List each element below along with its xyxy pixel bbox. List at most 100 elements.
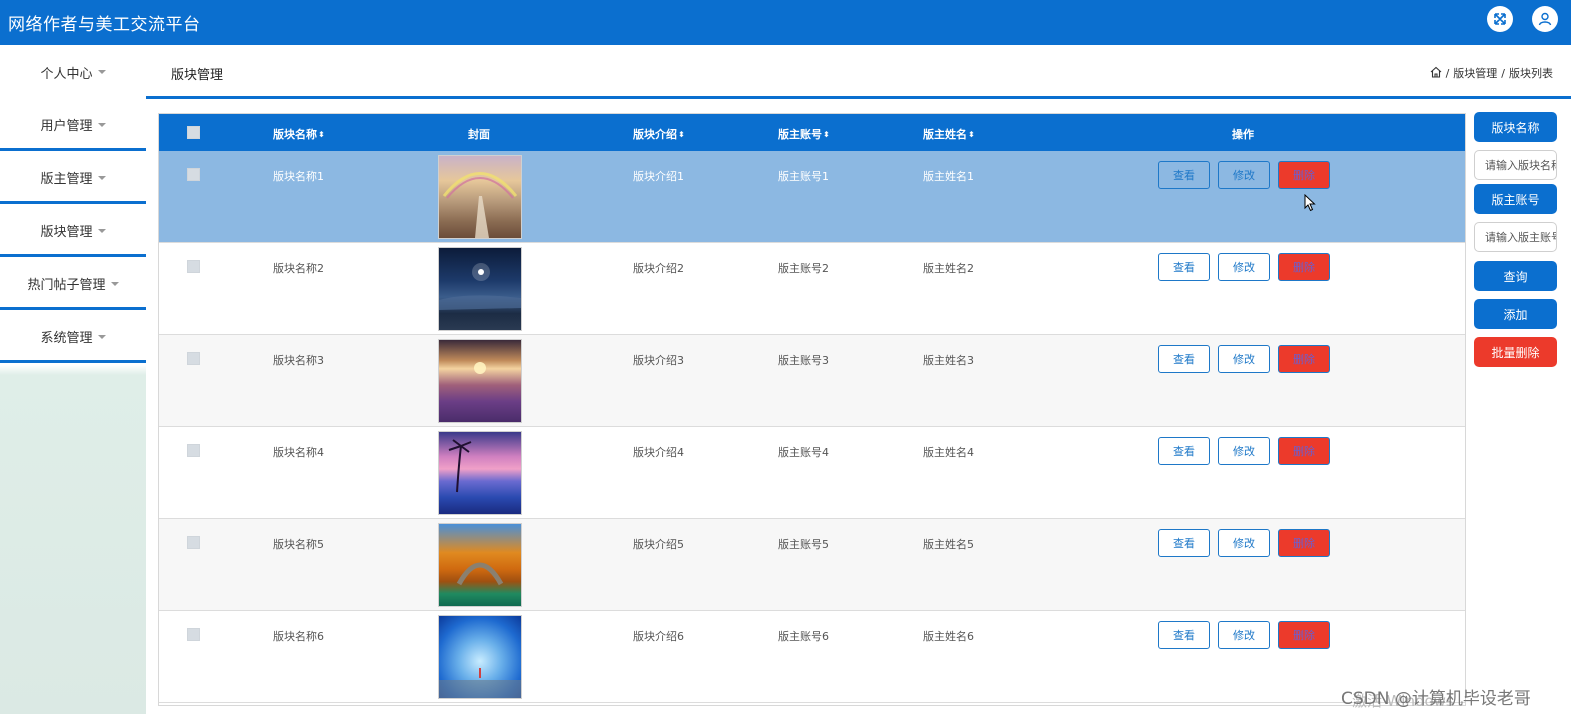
column-header-cover: 封面 (468, 128, 490, 141)
column-header-label: 版块名称 (273, 128, 317, 141)
column-header-owner[interactable]: 版主姓名⬍ (923, 126, 975, 142)
caret-down-icon (97, 175, 106, 180)
cell-name: 版块名称3 (273, 354, 324, 367)
sort-icon[interactable]: ⬍ (968, 130, 975, 139)
edit-button[interactable]: 修改 (1218, 161, 1270, 189)
row-checkbox[interactable] (187, 536, 200, 549)
home-icon[interactable] (1430, 66, 1442, 81)
row-checkbox[interactable] (187, 444, 200, 457)
delete-button[interactable]: 删除 (1278, 161, 1330, 189)
moderator-account-input[interactable] (1474, 222, 1557, 252)
fullscreen-icon[interactable] (1487, 6, 1513, 32)
add-button[interactable]: 添加 (1474, 299, 1557, 329)
cell-name: 版块名称5 (273, 538, 324, 551)
page-header: 版块管理 / 版块管理 / 版块列表 (146, 45, 1571, 99)
top-bar: 网络作者与美工交流平台 (0, 0, 1571, 45)
delete-button[interactable]: 删除 (1278, 345, 1330, 373)
page-title: 版块管理 (171, 68, 224, 83)
sidebar-item-label: 个人中心 (40, 66, 93, 82)
sidebar: 个人中心 用户管理 版主管理 版块管理 热门帖子管理 系统管理 (0, 45, 146, 714)
breadcrumb-separator: / (1501, 66, 1505, 80)
user-icon[interactable] (1532, 6, 1558, 32)
caret-down-icon (110, 281, 119, 286)
view-button[interactable]: 查看 (1158, 621, 1210, 649)
cell-owner: 版主姓名2 (923, 262, 974, 275)
row-checkbox[interactable] (187, 168, 200, 181)
column-header-name[interactable]: 版块名称⬍ (273, 126, 325, 142)
cell-intro: 版块介绍1 (633, 170, 684, 183)
edit-button[interactable]: 修改 (1218, 437, 1270, 465)
caret-down-icon (97, 70, 106, 74)
view-button[interactable]: 查看 (1158, 253, 1210, 281)
caret-down-icon (97, 228, 106, 233)
cell-owner: 版主姓名1 (923, 170, 974, 183)
edit-button[interactable]: 修改 (1218, 253, 1270, 281)
cell-intro: 版块介绍3 (633, 354, 684, 367)
edit-button[interactable]: 修改 (1218, 621, 1270, 649)
batch-delete-button[interactable]: 批量删除 (1474, 337, 1557, 367)
sidebar-item-section-management[interactable]: 版块管理 (0, 207, 146, 257)
cell-owner: 版主姓名3 (923, 354, 974, 367)
select-all-checkbox[interactable] (187, 126, 200, 139)
sidebar-item-moderator-management[interactable]: 版主管理 (0, 154, 146, 204)
cell-name: 版块名称1 (273, 170, 324, 183)
table-header: 版块名称⬍ 封面 版块介绍⬍ 版主账号⬍ 版主姓名⬍ 操作 (159, 114, 1465, 151)
row-checkbox[interactable] (187, 352, 200, 365)
breadcrumb-separator: / (1445, 66, 1450, 80)
mouse-cursor-icon (1304, 193, 1316, 216)
delete-button[interactable]: 删除 (1278, 621, 1330, 649)
cell-intro: 版块介绍4 (633, 446, 684, 459)
view-button[interactable]: 查看 (1158, 345, 1210, 373)
section-table: 版块名称⬍ 封面 版块介绍⬍ 版主账号⬍ 版主姓名⬍ 操作 版块名称1 版块介绍… (158, 113, 1466, 706)
sort-icon[interactable]: ⬍ (823, 130, 830, 139)
delete-button[interactable]: 删除 (1278, 529, 1330, 557)
table-row[interactable]: 版块名称3 版块介绍3 版主账号3 版主姓名3 查看 修改 删除 (159, 335, 1465, 427)
view-button[interactable]: 查看 (1158, 529, 1210, 557)
section-name-label: 版块名称 (1474, 112, 1557, 142)
column-header-account[interactable]: 版主账号⬍ (778, 126, 830, 142)
edit-button[interactable]: 修改 (1218, 529, 1270, 557)
cell-intro: 版块介绍6 (633, 630, 684, 643)
delete-button[interactable]: 删除 (1278, 437, 1330, 465)
row-checkbox[interactable] (187, 628, 200, 641)
edit-button[interactable]: 修改 (1218, 345, 1270, 373)
sidebar-item-hot-posts-management[interactable]: 热门帖子管理 (0, 260, 146, 310)
cell-account: 版主账号3 (778, 354, 829, 367)
sidebar-item-system-management[interactable]: 系统管理 (0, 313, 146, 363)
sidebar-item-label: 用户管理 (40, 119, 93, 134)
table-row[interactable]: 版块名称5 版块介绍5 版主账号5 版主姓名5 查看 修改 删除 (159, 519, 1465, 611)
table-row[interactable]: 版块名称4 版块介绍4 版主账号4 版主姓名4 查看 修改 删除 (159, 427, 1465, 519)
cell-account: 版主账号4 (778, 446, 829, 459)
sidebar-item-label: 版主管理 (40, 172, 93, 187)
table-row[interactable]: 版块名称2 版块介绍2 版主账号2 版主姓名2 查看 修改 删除 (159, 243, 1465, 335)
cover-image (438, 431, 522, 515)
cell-owner: 版主姓名4 (923, 446, 974, 459)
sort-icon[interactable]: ⬍ (318, 130, 325, 139)
csdn-watermark: CSDN @计算机毕设老哥 (1341, 689, 1531, 709)
breadcrumb-item-section-management[interactable]: 版块管理 (1453, 65, 1497, 81)
table-row[interactable]: 版块名称6 版块介绍6 版主账号6 版主姓名6 查看 修改 删除 (159, 611, 1465, 703)
view-button[interactable]: 查看 (1158, 161, 1210, 189)
query-button[interactable]: 查询 (1474, 261, 1557, 291)
cover-image (438, 615, 522, 699)
cell-owner: 版主姓名6 (923, 630, 974, 643)
delete-button[interactable]: 删除 (1278, 253, 1330, 281)
caret-down-icon (97, 122, 106, 127)
section-name-input[interactable] (1474, 150, 1557, 180)
view-button[interactable]: 查看 (1158, 437, 1210, 465)
cell-account: 版主账号5 (778, 538, 829, 551)
sort-icon[interactable]: ⬍ (678, 130, 685, 139)
table-row[interactable]: 版块名称1 版块介绍1 版主账号1 版主姓名1 查看 修改 删除 (159, 151, 1465, 243)
cell-intro: 版块介绍5 (633, 538, 684, 551)
column-header-actions: 操作 (1232, 128, 1254, 141)
cover-image (438, 523, 522, 607)
sidebar-item-label: 热门帖子管理 (27, 278, 106, 293)
cover-image (438, 339, 522, 423)
cell-account: 版主账号1 (778, 170, 829, 183)
cell-account: 版主账号6 (778, 630, 829, 643)
row-checkbox[interactable] (187, 260, 200, 273)
column-header-intro[interactable]: 版块介绍⬍ (633, 126, 685, 142)
sidebar-item-personal-center[interactable]: 个人中心 (0, 47, 146, 97)
breadcrumb: / 版块管理 / 版块列表 (1430, 65, 1553, 81)
sidebar-item-user-management[interactable]: 用户管理 (0, 101, 146, 151)
